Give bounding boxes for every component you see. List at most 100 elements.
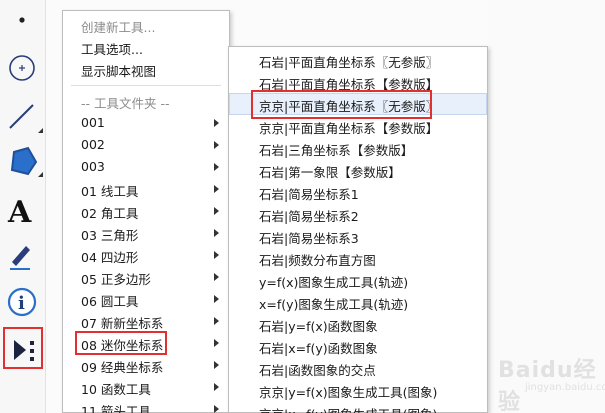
chevron-right-icon [214,229,219,237]
folder-header-label: -- 工具文件夹 -- [81,96,170,111]
folder-item[interactable]: 09 经典坐标系 [63,354,229,376]
chevron-right-icon [214,141,219,149]
submenu-item[interactable]: 石岩|频数分布直方图 [229,247,487,269]
tool-text[interactable]: A [0,190,46,230]
folder-item[interactable]: 02 角工具 [63,200,229,222]
folder-item[interactable]: 003 [63,156,229,178]
tool-menu: 创建新工具... 工具选项... 显示脚本视图 -- 工具文件夹 -- 001 … [62,10,230,413]
folder-item-label: 04 四边形 [81,250,139,265]
folder-item-label: 09 经典坐标系 [81,360,164,375]
submenu-item[interactable]: 石岩|平面直角坐标系〖无参版〗 [229,49,487,71]
tool-marker[interactable] [0,236,46,276]
info-icon: i [7,287,37,317]
chevron-right-icon [214,339,219,347]
folder-submenu: 石岩|平面直角坐标系〖无参版〗 石岩|平面直角坐标系【参数版】 京京|平面直角坐… [228,46,488,413]
watermark-url: jingyan.baidu.com [525,382,605,393]
selected-tool-highlight [3,327,43,369]
folder-item-label: 003 [81,159,105,174]
submenu-item-label: 石岩|第一象限【参数版】 [259,165,401,180]
tool-info[interactable]: i [0,282,46,322]
selected-folder-highlight [75,331,167,355]
polygon-icon [10,146,38,176]
marker-pen-icon [10,246,30,270]
folder-item[interactable]: 001 [63,112,229,134]
submenu-item[interactable]: 京京|x=f(y)图象生成工具(图象) [229,401,487,413]
chevron-right-icon [214,185,219,193]
folder-item-label: 01 线工具 [81,184,139,199]
submenu-item[interactable]: y=f(x)图象生成工具(轨迹) [229,269,487,291]
chevron-right-icon [214,295,219,303]
submenu-item-label: 京京|x=f(y)图象生成工具(图象) [259,404,437,413]
svg-text:i: i [18,293,25,314]
chevron-right-icon [214,207,219,215]
submenu-item[interactable]: 石岩|简易坐标系3 [229,225,487,247]
submenu-item[interactable]: 京京|y=f(x)图象生成工具(图象) [229,379,487,401]
point-icon [19,17,25,23]
folder-item-label: 07 新新坐标系 [81,316,164,331]
circle-icon [9,55,35,81]
folder-item-label: 001 [81,115,105,130]
submenu-item-label: 京京|平面直角坐标系【参数版】 [259,121,439,136]
submenu-item[interactable]: 石岩|三角坐标系【参数版】 [229,137,487,159]
folder-item[interactable]: 04 四边形 [63,244,229,266]
folder-item-label: 05 正多边形 [81,272,151,287]
chevron-right-icon [214,119,219,127]
submenu-item-label: 京京|y=f(x)图象生成工具(图象) [259,385,438,400]
menu-item-tool-options[interactable]: 工具选项... [63,36,229,58]
chevron-right-icon [214,163,219,171]
submenu-item[interactable]: x=f(y)图象生成工具(轨迹) [229,291,487,313]
folder-item-label: 03 三角形 [81,228,139,243]
menu-item-label: 显示脚本视图 [81,64,157,79]
submenu-item-label: 石岩|简易坐标系1 [259,187,359,202]
menu-item-create-tool[interactable]: 创建新工具... [63,14,229,36]
folder-item-label: 06 圆工具 [81,294,139,309]
line-icon [9,104,34,129]
folder-item[interactable]: 06 圆工具 [63,288,229,310]
submenu-item[interactable]: 石岩|函数图象的交点 [229,357,487,379]
submenu-item-label: 石岩|频数分布直方图 [259,253,376,268]
selected-tool-item-highlight [251,90,432,119]
menu-item-label: 创建新工具... [81,20,156,35]
submenu-item-label: y=f(x)图象生成工具(轨迹) [259,275,409,290]
submenu-item-label: 石岩|平面直角坐标系〖无参版〗 [259,55,439,70]
submenu-item[interactable]: 石岩|简易坐标系2 [229,203,487,225]
tool-polygon[interactable] [0,140,46,180]
chevron-right-icon [214,273,219,281]
submenu-item[interactable]: 石岩|y=f(x)函数图象 [229,313,487,335]
menu-item-label: 工具选项... [81,42,143,57]
folder-item[interactable]: 05 正多边形 [63,266,229,288]
text-icon: A [7,195,32,228]
folder-item[interactable]: 01 线工具 [63,178,229,200]
submenu-item-label: 石岩|简易坐标系3 [259,231,359,246]
tool-circle[interactable] [0,48,46,88]
folder-header: -- 工具文件夹 -- [63,90,229,112]
submenu-item-label: 石岩|三角坐标系【参数版】 [259,143,414,158]
submenu-item[interactable]: 石岩|x=f(y)函数图象 [229,335,487,357]
submenu-item-label: 石岩|y=f(x)函数图象 [259,319,378,334]
folder-item[interactable]: 002 [63,134,229,156]
tool-point[interactable] [0,0,46,40]
menu-item-show-script[interactable]: 显示脚本视图 [63,58,229,80]
tool-line[interactable] [0,96,46,136]
folder-item-label: 10 函数工具 [81,382,151,397]
folder-item-label: 11 箭头工具 [81,404,151,413]
chevron-right-icon [214,383,219,391]
folder-item[interactable]: 03 三角形 [63,222,229,244]
submenu-item[interactable]: 石岩|第一象限【参数版】 [229,159,487,181]
folder-item-label: 002 [81,137,105,152]
submenu-item[interactable]: 石岩|简易坐标系1 [229,181,487,203]
chevron-right-icon [214,361,219,369]
menu-separator [71,85,221,86]
folder-item[interactable]: 10 函数工具 [63,376,229,398]
submenu-item-label: 石岩|x=f(y)函数图象 [259,341,378,356]
chevron-right-icon [214,317,219,325]
submenu-item-label: 石岩|函数图象的交点 [259,363,376,378]
folder-item-label: 02 角工具 [81,206,139,221]
submenu-item-label: 石岩|简易坐标系2 [259,209,359,224]
folder-item[interactable]: 07 新新坐标系 [63,310,229,332]
svg-text:A: A [7,195,32,228]
chevron-right-icon [214,251,219,259]
folder-item[interactable]: 11 箭头工具 [63,398,229,413]
submenu-indicator-icon [38,128,43,133]
chevron-right-icon [214,405,219,413]
